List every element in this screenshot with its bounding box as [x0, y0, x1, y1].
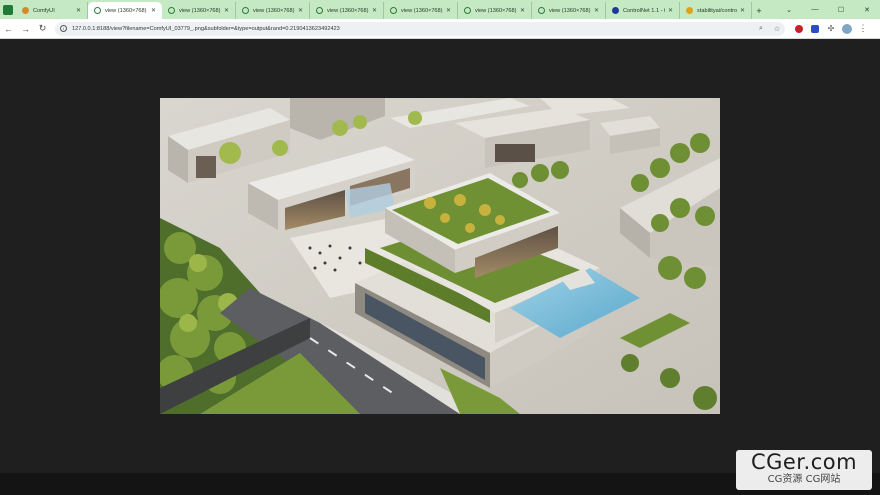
tab-8[interactable]: ControlNet 1.1 - t ✕ — [606, 2, 680, 19]
new-tab-button[interactable]: + — [752, 2, 766, 19]
bookmark-star-icon[interactable]: ☆ — [769, 22, 785, 36]
tab-dropdown-button[interactable]: ⌄ — [776, 0, 802, 19]
tab-2[interactable]: view (1360×768) ✕ — [162, 2, 236, 19]
tab-0[interactable]: ComfyUI ✕ — [16, 2, 88, 19]
architecture-rendering — [160, 98, 720, 414]
tab-1[interactable]: view (1360×768) ✕ — [88, 2, 162, 19]
tab-3[interactable]: view (1360×768) ✕ — [236, 2, 310, 19]
watermark-subtitle: CG资源 CG网站 — [767, 474, 841, 485]
page-content — [0, 40, 880, 473]
globe-icon — [464, 7, 471, 14]
tab-title: view (1360×768) — [549, 7, 591, 14]
tab-close-icon[interactable]: ✕ — [151, 7, 156, 14]
profile-avatar[interactable] — [839, 20, 855, 37]
zoom-icon[interactable]: ⌕ — [753, 22, 769, 36]
tab-title: stabilityai/contro — [697, 7, 737, 14]
tab-title: view (1360×768) — [401, 7, 443, 14]
globe-icon — [538, 7, 545, 14]
globe-icon — [94, 7, 101, 14]
comfyui-favicon — [22, 7, 29, 14]
extensions-area: ✣ ⋮ — [791, 20, 871, 37]
tab-strip: ComfyUI ✕ view (1360×768) ✕ view (1360×768) ✕… — [0, 0, 880, 19]
tab-list: ComfyUI ✕ view (1360×768) ✕ view (1360×768) ✕… — [16, 0, 752, 19]
huggingface-favicon — [686, 7, 693, 14]
tab-6[interactable]: view (1360×768) ✕ — [458, 2, 532, 19]
tab-7[interactable]: view (1360×768) ✕ — [532, 2, 606, 19]
displayed-image[interactable] — [160, 98, 720, 414]
tab-close-icon[interactable]: ✕ — [298, 7, 303, 14]
browser-toolbar: ← → ↻ i 127.0.0.1:8188/view?filename=Com… — [0, 19, 880, 39]
extension-red-icon[interactable] — [791, 20, 807, 37]
url-text[interactable]: 127.0.0.1:8188/view?filename=ComfyUI_037… — [72, 26, 753, 32]
browser-menu-icon[interactable]: ⋮ — [855, 20, 871, 37]
tab-title: view (1360×768) — [253, 7, 295, 14]
watermark-brand: CGer.com — [750, 450, 858, 474]
watermark-logo: CGer.com CG资源 CG网站 — [736, 450, 872, 490]
tab-title: ControlNet 1.1 - t — [623, 7, 665, 14]
tab-title: view (1360×768) — [179, 7, 221, 14]
tab-title: view (1360×768) — [327, 7, 369, 14]
tab-group-icon — [3, 4, 13, 15]
tab-9[interactable]: stabilityai/contro ✕ — [680, 2, 752, 19]
tab-close-icon[interactable]: ✕ — [520, 7, 525, 14]
globe-icon — [316, 7, 323, 14]
tab-close-icon[interactable]: ✕ — [76, 7, 81, 14]
tab-close-icon[interactable]: ✕ — [668, 7, 673, 14]
back-button[interactable]: ← — [0, 20, 17, 37]
globe-icon — [390, 7, 397, 14]
tab-close-icon[interactable]: ✕ — [594, 7, 599, 14]
tab-title: view (1360×768) — [105, 7, 147, 14]
tab-close-icon[interactable]: ✕ — [372, 7, 377, 14]
window-controls: ⌄ — ☐ ✕ — [776, 0, 880, 19]
reload-button[interactable]: ↻ — [34, 20, 51, 37]
tab-close-icon[interactable]: ✕ — [740, 7, 745, 14]
tab-title: ComfyUI — [33, 7, 55, 14]
forward-button[interactable]: → — [17, 20, 34, 37]
tab-4[interactable]: view (1360×768) ✕ — [310, 2, 384, 19]
tab-close-icon[interactable]: ✕ — [446, 7, 451, 14]
maximize-button[interactable]: ☐ — [828, 0, 854, 19]
tab-title: view (1360×768) — [475, 7, 517, 14]
extensions-puzzle-icon[interactable]: ✣ — [823, 20, 839, 37]
tab-close-icon[interactable]: ✕ — [224, 7, 229, 14]
minimize-button[interactable]: — — [802, 0, 828, 19]
close-window-button[interactable]: ✕ — [854, 0, 880, 19]
globe-icon — [242, 7, 249, 14]
globe-icon — [168, 7, 175, 14]
site-info-icon[interactable]: i — [60, 25, 67, 32]
controlnet-favicon — [612, 7, 619, 14]
extension-blue-icon[interactable] — [807, 20, 823, 37]
address-bar[interactable]: i 127.0.0.1:8188/view?filename=ComfyUI_0… — [55, 21, 785, 36]
tab-5[interactable]: view (1360×768) ✕ — [384, 2, 458, 19]
tab-search-button[interactable] — [0, 0, 16, 19]
